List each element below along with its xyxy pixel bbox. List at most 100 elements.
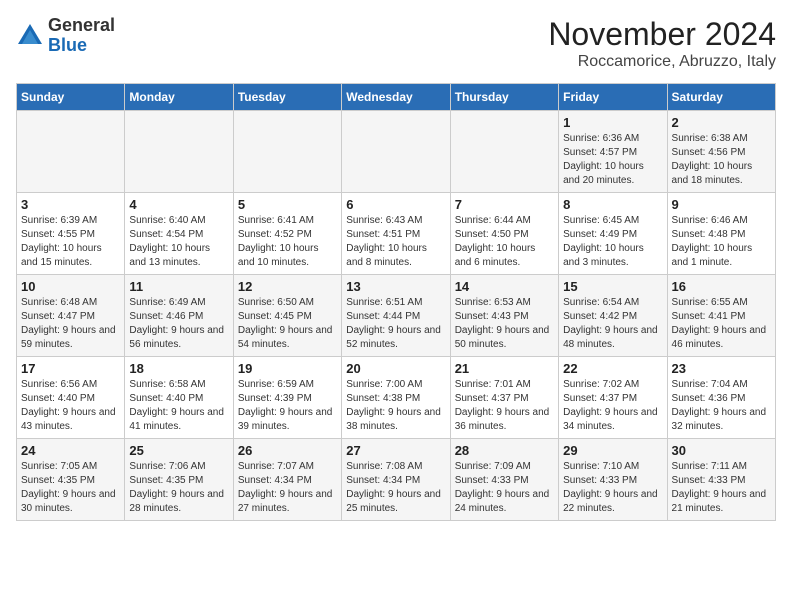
- day-info: Sunrise: 7:08 AM Sunset: 4:34 PM Dayligh…: [346, 460, 445, 516]
- day-info: Sunrise: 6:45 AM Sunset: 4:49 PM Dayligh…: [563, 214, 662, 270]
- title-block: November 2024 Roccamorice, Abruzzo, Ital…: [548, 16, 776, 71]
- calendar-cell: 19 Sunrise: 6:59 AM Sunset: 4:39 PM Dayli…: [233, 357, 341, 439]
- logo: General Blue: [16, 16, 115, 56]
- day-number: 19: [238, 361, 337, 376]
- day-number: 15: [563, 279, 662, 294]
- calendar-cell: 24 Sunrise: 7:05 AM Sunset: 4:35 PM Dayli…: [17, 439, 125, 521]
- calendar-cell: 22Sunrise: 7:02 AM Sunset: 4:37 PM Dayli…: [559, 357, 667, 439]
- day-info: Sunrise: 6:44 AM Sunset: 4:50 PM Dayligh…: [455, 214, 554, 270]
- calendar-week-row: 24 Sunrise: 7:05 AM Sunset: 4:35 PM Dayli…: [17, 439, 776, 521]
- calendar-cell: 1 Sunrise: 6:36 AM Sunset: 4:57 PM Daylig…: [559, 111, 667, 193]
- day-info: Sunrise: 6:54 AM Sunset: 4:42 PM Dayligh…: [563, 296, 662, 352]
- day-of-week-header: Sunday: [17, 84, 125, 111]
- calendar-cell: 10 Sunrise: 6:48 AM Sunset: 4:47 PM Dayli…: [17, 275, 125, 357]
- day-number: 22: [563, 361, 662, 376]
- calendar-cell: 12 Sunrise: 6:50 AM Sunset: 4:45 PM Dayli…: [233, 275, 341, 357]
- day-info: Sunrise: 6:59 AM Sunset: 4:39 PM Dayligh…: [238, 378, 337, 434]
- calendar-cell: 6 Sunrise: 6:43 AM Sunset: 4:51 PM Daylig…: [342, 193, 450, 275]
- calendar-cell: 11 Sunrise: 6:49 AM Sunset: 4:46 PM Dayli…: [125, 275, 233, 357]
- calendar-cell: [342, 111, 450, 193]
- day-info: Sunrise: 6:58 AM Sunset: 4:40 PM Dayligh…: [129, 378, 228, 434]
- day-info: Sunrise: 7:11 AM Sunset: 4:33 PM Dayligh…: [672, 460, 771, 516]
- calendar-cell: 9 Sunrise: 6:46 AM Sunset: 4:48 PM Daylig…: [667, 193, 775, 275]
- calendar-cell: 27 Sunrise: 7:08 AM Sunset: 4:34 PM Dayli…: [342, 439, 450, 521]
- day-info: Sunrise: 6:48 AM Sunset: 4:47 PM Dayligh…: [21, 296, 120, 352]
- calendar-cell: 3 Sunrise: 6:39 AM Sunset: 4:55 PM Daylig…: [17, 193, 125, 275]
- calendar-week-row: 3 Sunrise: 6:39 AM Sunset: 4:55 PM Daylig…: [17, 193, 776, 275]
- calendar-cell: 7 Sunrise: 6:44 AM Sunset: 4:50 PM Daylig…: [450, 193, 558, 275]
- day-number: 10: [21, 279, 120, 294]
- day-number: 1: [563, 115, 662, 130]
- day-number: 2: [672, 115, 771, 130]
- day-number: 14: [455, 279, 554, 294]
- logo-general-text: General: [48, 15, 115, 35]
- day-info: Sunrise: 6:49 AM Sunset: 4:46 PM Dayligh…: [129, 296, 228, 352]
- day-info: Sunrise: 6:46 AM Sunset: 4:48 PM Dayligh…: [672, 214, 771, 270]
- day-number: 9: [672, 197, 771, 212]
- day-number: 25: [129, 443, 228, 458]
- calendar-cell: 25 Sunrise: 7:06 AM Sunset: 4:35 PM Dayli…: [125, 439, 233, 521]
- day-info: Sunrise: 7:07 AM Sunset: 4:34 PM Dayligh…: [238, 460, 337, 516]
- day-number: 27: [346, 443, 445, 458]
- calendar-cell: 8 Sunrise: 6:45 AM Sunset: 4:49 PM Daylig…: [559, 193, 667, 275]
- calendar-table: SundayMondayTuesdayWednesdayThursdayFrid…: [16, 83, 776, 521]
- day-number: 26: [238, 443, 337, 458]
- day-number: 18: [129, 361, 228, 376]
- day-info: Sunrise: 6:36 AM Sunset: 4:57 PM Dayligh…: [563, 132, 662, 188]
- calendar-cell: 16 Sunrise: 6:55 AM Sunset: 4:41 PM Dayli…: [667, 275, 775, 357]
- day-number: 29: [563, 443, 662, 458]
- day-number: 28: [455, 443, 554, 458]
- day-number: 17: [21, 361, 120, 376]
- day-number: 6: [346, 197, 445, 212]
- logo-blue-text: Blue: [48, 35, 87, 55]
- day-number: 24: [21, 443, 120, 458]
- day-of-week-header: Thursday: [450, 84, 558, 111]
- calendar-cell: 29 Sunrise: 7:10 AM Sunset: 4:33 PM Dayli…: [559, 439, 667, 521]
- day-number: 7: [455, 197, 554, 212]
- day-number: 12: [238, 279, 337, 294]
- day-number: 8: [563, 197, 662, 212]
- day-number: 3: [21, 197, 120, 212]
- day-number: 4: [129, 197, 228, 212]
- calendar-cell: 30 Sunrise: 7:11 AM Sunset: 4:33 PM Dayli…: [667, 439, 775, 521]
- day-info: Sunrise: 6:51 AM Sunset: 4:44 PM Dayligh…: [346, 296, 445, 352]
- day-number: 30: [672, 443, 771, 458]
- day-of-week-header: Friday: [559, 84, 667, 111]
- day-info: Sunrise: 7:04 AM Sunset: 4:36 PM Dayligh…: [672, 378, 771, 434]
- calendar-week-row: 17Sunrise: 6:56 AM Sunset: 4:40 PM Dayli…: [17, 357, 776, 439]
- calendar-cell: 15 Sunrise: 6:54 AM Sunset: 4:42 PM Dayli…: [559, 275, 667, 357]
- calendar-cell: 5Sunrise: 6:41 AM Sunset: 4:52 PM Daylig…: [233, 193, 341, 275]
- day-info: Sunrise: 7:10 AM Sunset: 4:33 PM Dayligh…: [563, 460, 662, 516]
- day-info: Sunrise: 7:00 AM Sunset: 4:38 PM Dayligh…: [346, 378, 445, 434]
- month-title: November 2024: [548, 16, 776, 53]
- day-info: Sunrise: 6:38 AM Sunset: 4:56 PM Dayligh…: [672, 132, 771, 188]
- day-of-week-header: Monday: [125, 84, 233, 111]
- day-of-week-header: Wednesday: [342, 84, 450, 111]
- calendar-cell: 26 Sunrise: 7:07 AM Sunset: 4:34 PM Dayli…: [233, 439, 341, 521]
- calendar-header-row: SundayMondayTuesdayWednesdayThursdayFrid…: [17, 84, 776, 111]
- day-info: Sunrise: 6:43 AM Sunset: 4:51 PM Dayligh…: [346, 214, 445, 270]
- day-info: Sunrise: 6:39 AM Sunset: 4:55 PM Dayligh…: [21, 214, 120, 270]
- calendar-cell: 18 Sunrise: 6:58 AM Sunset: 4:40 PM Dayli…: [125, 357, 233, 439]
- day-info: Sunrise: 6:55 AM Sunset: 4:41 PM Dayligh…: [672, 296, 771, 352]
- day-number: 16: [672, 279, 771, 294]
- day-info: Sunrise: 7:06 AM Sunset: 4:35 PM Dayligh…: [129, 460, 228, 516]
- calendar-cell: 17Sunrise: 6:56 AM Sunset: 4:40 PM Dayli…: [17, 357, 125, 439]
- calendar-week-row: 10 Sunrise: 6:48 AM Sunset: 4:47 PM Dayli…: [17, 275, 776, 357]
- calendar-cell: [17, 111, 125, 193]
- day-number: 23: [672, 361, 771, 376]
- logo-icon: [16, 22, 44, 50]
- calendar-cell: 21Sunrise: 7:01 AM Sunset: 4:37 PM Dayli…: [450, 357, 558, 439]
- calendar-cell: 13 Sunrise: 6:51 AM Sunset: 4:44 PM Dayli…: [342, 275, 450, 357]
- location-title: Roccamorice, Abruzzo, Italy: [548, 53, 776, 71]
- page-header: General Blue November 2024 Roccamorice, …: [16, 16, 776, 71]
- day-info: Sunrise: 6:40 AM Sunset: 4:54 PM Dayligh…: [129, 214, 228, 270]
- calendar-week-row: 1 Sunrise: 6:36 AM Sunset: 4:57 PM Daylig…: [17, 111, 776, 193]
- day-number: 21: [455, 361, 554, 376]
- day-of-week-header: Tuesday: [233, 84, 341, 111]
- day-info: Sunrise: 6:50 AM Sunset: 4:45 PM Dayligh…: [238, 296, 337, 352]
- day-number: 13: [346, 279, 445, 294]
- day-info: Sunrise: 7:05 AM Sunset: 4:35 PM Dayligh…: [21, 460, 120, 516]
- day-number: 11: [129, 279, 228, 294]
- calendar-cell: [450, 111, 558, 193]
